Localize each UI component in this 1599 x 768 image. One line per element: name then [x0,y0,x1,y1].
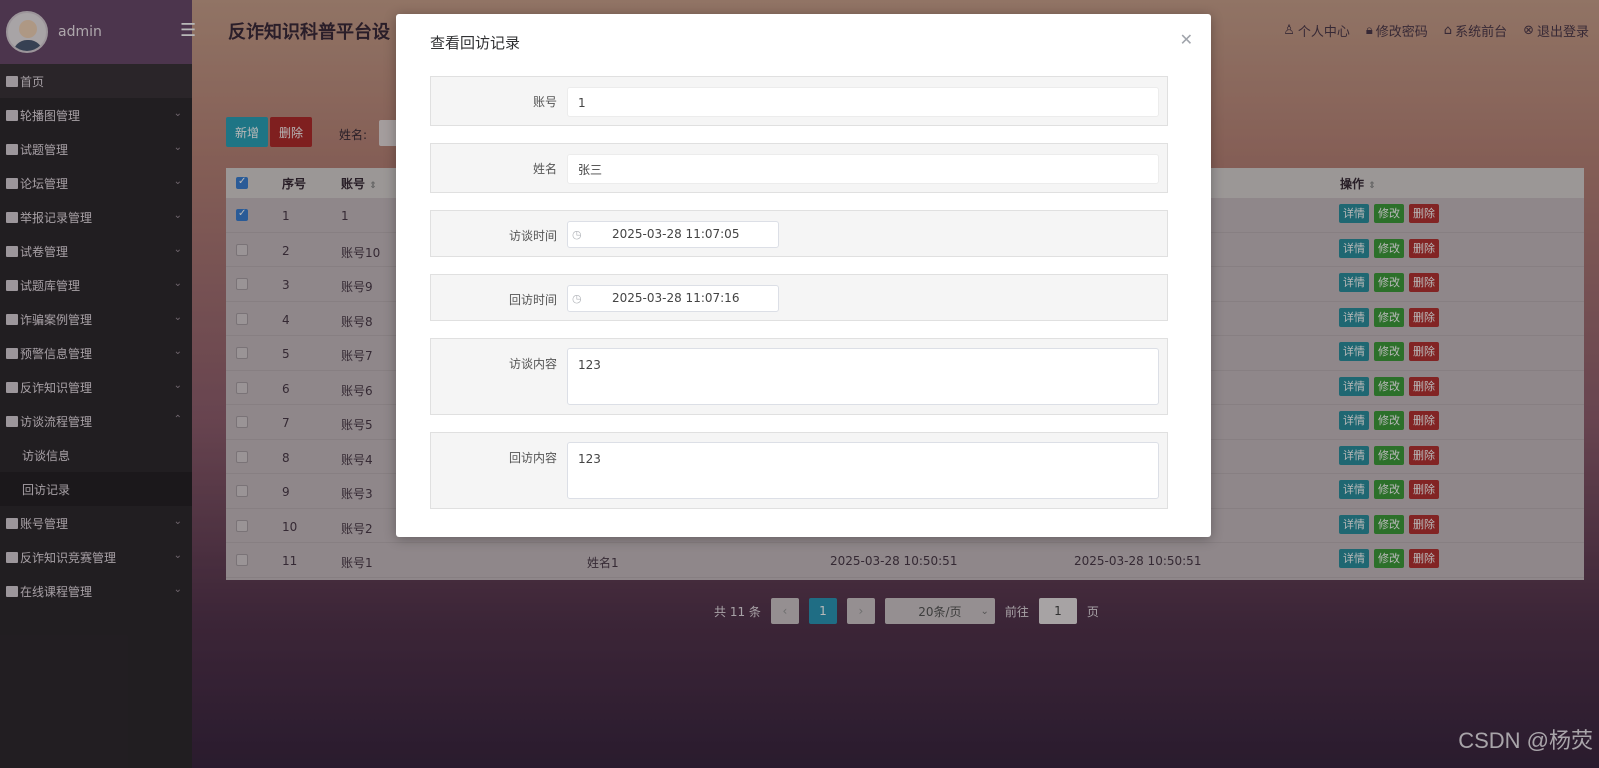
field-label: 访谈内容 [508,357,557,371]
account-field[interactable]: 1 [567,87,1159,117]
revisit-time-field[interactable]: ◷ 2025-03-28 11:07:16 [567,285,779,312]
visit-content-textarea[interactable]: 123 [567,348,1159,405]
visit-time-field[interactable]: ◷ 2025-03-28 11:07:05 [567,221,779,248]
view-revisit-dialog: 查看回访记录 ✕ 账号 1 姓名 张三 访谈时间 ◷ 2025-03-28 11… [396,14,1211,537]
field-label: 回访时间 [508,293,557,307]
field-row-account: 账号 1 [430,76,1168,126]
field-row-revisit-content: 回访内容 123 [430,432,1168,509]
field-label: 账号 [532,95,557,109]
field-row-name: 姓名 张三 [430,143,1168,193]
field-row-visit-time: 访谈时间 ◷ 2025-03-28 11:07:05 [430,210,1168,257]
field-row-visit-content: 访谈内容 123 [430,338,1168,415]
clock-icon: ◷ [572,292,582,305]
name-field[interactable]: 张三 [567,154,1159,184]
field-label: 姓名 [532,162,557,176]
revisit-content-textarea[interactable]: 123 [567,442,1159,499]
field-row-revisit-time: 回访时间 ◷ 2025-03-28 11:07:16 [430,274,1168,321]
dialog-title: 查看回访记录 [430,34,521,52]
field-label: 访谈时间 [508,229,557,243]
field-label: 回访内容 [508,451,557,465]
close-icon[interactable]: ✕ [1180,30,1193,49]
clock-icon: ◷ [572,228,582,241]
